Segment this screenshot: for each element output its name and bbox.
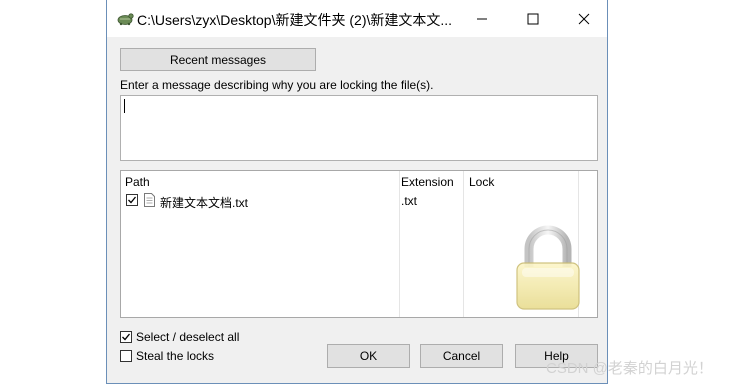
title-bar[interactable]: C:\Users\zyx\Desktop\新建文件夹 (2)\新建文本文... [107,0,607,37]
minimize-button[interactable] [459,0,505,37]
steal-locks-option[interactable]: Steal the locks [120,349,214,363]
tortoise-svn-icon [117,13,134,26]
text-caret [124,99,125,113]
steal-locks-label[interactable]: Steal the locks [136,349,214,363]
maximize-icon [527,13,539,24]
column-header-lock[interactable]: Lock [469,175,494,189]
file-list[interactable]: Path Extension Lock 新建文本文档.txt .txt [120,170,598,318]
maximize-button[interactable] [510,0,556,37]
file-row-checkbox[interactable] [126,194,138,206]
steal-locks-checkbox[interactable] [120,350,132,362]
select-all-option[interactable]: Select / deselect all [120,330,239,344]
select-all-checkbox[interactable] [120,331,132,343]
close-icon [578,13,590,24]
select-all-label[interactable]: Select / deselect all [136,330,239,344]
column-header-extension[interactable]: Extension [401,175,454,189]
column-header-path[interactable]: Path [125,175,150,189]
csdn-watermark: CSDN @老秦的白月光！ [546,360,713,377]
message-prompt-label: Enter a message describing why you are l… [120,78,434,92]
close-button[interactable] [561,0,607,37]
recent-messages-button[interactable]: Recent messages [120,48,316,71]
ok-button[interactable]: OK [327,344,410,368]
lock-dialog: C:\Users\zyx\Desktop\新建文件夹 (2)\新建文本文... … [106,0,608,384]
column-separator[interactable] [399,171,400,317]
file-path[interactable]: 新建文本文档.txt [160,194,248,211]
minimize-icon [477,18,487,19]
checkmark-icon [122,333,131,341]
column-separator[interactable] [463,171,464,317]
lock-message-input[interactable] [120,95,598,161]
window-title: C:\Users\zyx\Desktop\新建文件夹 (2)\新建文本文... [137,12,453,28]
file-extension: .txt [401,194,418,208]
cancel-button[interactable]: Cancel [420,344,503,368]
text-file-icon [144,193,155,207]
padlock-icon [516,225,580,310]
checkmark-icon [128,196,137,204]
